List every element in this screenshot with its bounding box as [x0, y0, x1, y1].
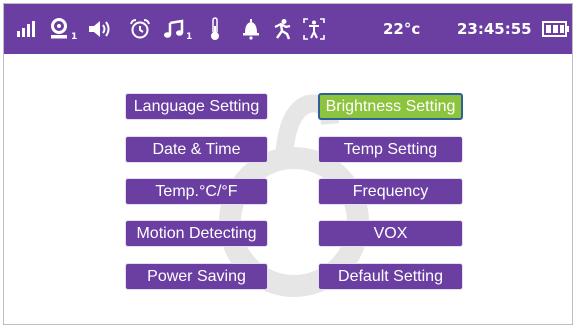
motion-icon	[270, 4, 294, 54]
device-screen: 1 1 22°c 23:45:55 Language Setting Brigh…	[3, 3, 573, 325]
signal-strength-icon	[14, 4, 38, 54]
camera-icon	[48, 4, 70, 54]
volume-icon	[86, 4, 116, 54]
lullaby-music-icon	[162, 4, 186, 54]
vox-button[interactable]: VOX	[318, 220, 463, 247]
music-index: 1	[186, 32, 193, 42]
motion-detecting-button[interactable]: Motion Detecting	[125, 220, 268, 247]
default-setting-button[interactable]: Default Setting	[318, 263, 463, 290]
feeding-icon	[301, 4, 327, 54]
status-bar: 1 1 22°c 23:45:55	[4, 4, 572, 54]
language-setting-button[interactable]: Language Setting	[125, 93, 268, 120]
power-saving-button[interactable]: Power Saving	[125, 263, 268, 290]
battery-icon	[541, 4, 571, 54]
frequency-button[interactable]: Frequency	[318, 178, 463, 205]
bell-icon	[240, 4, 262, 54]
alarm-clock-icon	[128, 4, 152, 54]
temp-setting-button[interactable]: Temp Setting	[318, 136, 463, 163]
thermometer-icon	[207, 4, 223, 54]
temp-unit-button[interactable]: Temp.°C/°F	[125, 178, 268, 205]
settings-menu: Language Setting Brightness Setting Date…	[4, 54, 572, 324]
temperature-readout: 22°c	[383, 20, 421, 38]
brightness-setting-button[interactable]: Brightness Setting	[318, 93, 463, 120]
camera-index: 1	[71, 32, 78, 42]
date-time-button[interactable]: Date & Time	[125, 136, 268, 163]
clock-time: 23:45:55	[457, 20, 532, 38]
